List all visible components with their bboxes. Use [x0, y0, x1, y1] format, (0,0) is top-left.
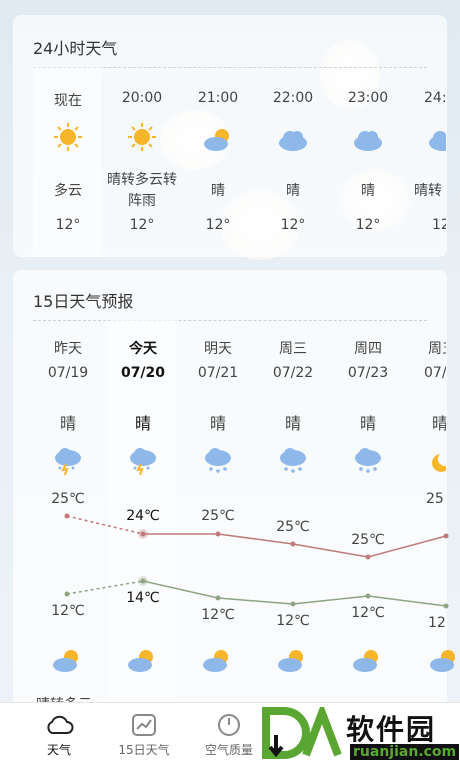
day-weather: 晴 — [134, 414, 151, 433]
day-label: 今天 — [129, 341, 157, 357]
moon-icon — [432, 454, 446, 472]
hour-item: 20:00 晴转多云转阵雨 12° — [107, 90, 177, 240]
tab-label: 15日天气 — [118, 743, 170, 757]
hour-temp: 12° — [205, 217, 231, 233]
day-weather: 晴 — [209, 414, 226, 433]
partly-cloudy-icon — [430, 650, 455, 672]
hour-time: 23:00 — [347, 90, 389, 106]
hour-weather: 多云 — [54, 183, 82, 199]
day-label: 昨天 — [54, 341, 82, 357]
day-weather: 晴 — [59, 414, 76, 433]
hour-time: 现在 — [54, 93, 82, 109]
hour-item: 21:00 晴 12° — [183, 90, 253, 240]
hour-item: 22:00 晴 12° — [258, 90, 328, 240]
hour-item: 24: 晴转 12 — [408, 90, 446, 240]
thunder-rain-icon — [55, 448, 81, 476]
watermark-title: 软件园 — [346, 713, 437, 746]
partly-cloudy-icon — [353, 650, 378, 672]
low-temp: 12℃ — [351, 605, 385, 621]
day-item[interactable]: 昨天 07/19 晴 — [33, 338, 103, 678]
high-temp: 25℃ — [201, 508, 235, 524]
snow-icon — [205, 448, 231, 473]
partly-cloudy-icon — [53, 650, 78, 672]
day-date: 07/22 — [272, 365, 314, 381]
hour-temp: 12° — [280, 217, 306, 233]
high-temp: 25℃ — [51, 491, 85, 507]
sun-icon — [54, 123, 82, 151]
partly-cloudy-icon — [128, 650, 153, 672]
day-date: 07/20 — [120, 365, 166, 381]
partly-cloudy-icon — [204, 129, 229, 151]
chart-icon — [132, 714, 156, 736]
divider — [33, 320, 427, 321]
low-temp: 12 — [428, 615, 446, 631]
hour-temp: 12 — [432, 217, 446, 233]
day-date: 07/21 — [197, 365, 239, 381]
hour-time: 20:00 — [121, 90, 163, 106]
hour-weather: 晴 — [361, 183, 375, 199]
tab-label: 空气质量 — [204, 743, 253, 757]
low-temp: 12℃ — [201, 607, 235, 623]
tab-15day[interactable]: 15日天气 — [101, 705, 187, 765]
hour-weather: 晴 — [211, 183, 225, 199]
watermark-url: ruanjian.com — [350, 744, 460, 760]
hour-temp: 12° — [129, 217, 155, 233]
snow-icon — [280, 448, 306, 473]
day-label: 周四 — [354, 341, 382, 357]
hour-time: 22:00 — [272, 90, 314, 106]
gauge-icon — [218, 714, 240, 736]
high-temp: 25℃ — [351, 532, 385, 548]
low-temp: 12℃ — [51, 603, 85, 619]
hour-time: 21:00 — [197, 90, 239, 106]
partly-cloudy-icon — [203, 650, 228, 672]
partly-cloudy-icon — [278, 650, 303, 672]
cloud-outline-icon — [47, 715, 74, 734]
hour-weather: 晴 — [286, 183, 300, 199]
tab-air-quality[interactable]: 空气质量 — [186, 705, 272, 765]
hour-weather: 晴转多云转阵雨 — [107, 172, 177, 209]
sun-icon — [128, 123, 156, 151]
watermark: 软件园 ruanjian.com — [262, 706, 460, 766]
cloud-icon — [354, 131, 382, 151]
hour-item: 23:00 晴 12° — [333, 90, 403, 240]
snow-icon — [355, 448, 381, 473]
day-weather: 晴 — [432, 414, 446, 433]
high-temp: 25 — [426, 491, 444, 507]
day-label: 周三 — [279, 341, 307, 357]
day-weather: 晴 — [284, 414, 301, 433]
hour-weather: 晴转 — [414, 183, 442, 199]
cloud-icon — [279, 131, 307, 151]
tab-weather[interactable]: 天气 — [16, 705, 102, 765]
high-temp: 25℃ — [276, 519, 310, 535]
day-date: 07/23 — [347, 365, 389, 381]
daily-title: 15日天气预报 — [33, 292, 134, 311]
day-date: 07/ — [424, 365, 446, 381]
day-label: 明天 — [204, 341, 232, 357]
hourly-title: 24小时天气 — [33, 39, 118, 58]
high-temp: 24℃ — [126, 508, 160, 524]
day-weather: 晴 — [359, 414, 376, 433]
hour-item: 现在 多云 12° — [33, 90, 103, 240]
hour-time: 24: — [424, 90, 446, 106]
low-temp: 14℃ — [126, 590, 160, 606]
thunder-rain-icon — [130, 448, 156, 476]
hour-temp: 12° — [355, 217, 381, 233]
day-date: 07/19 — [47, 365, 89, 381]
day-item[interactable]: 周四 07/23 晴 — [333, 338, 403, 678]
watermark-logo — [262, 707, 342, 759]
low-temp: 12℃ — [276, 613, 310, 629]
hour-temp: 12° — [55, 217, 81, 233]
cloud-icon — [429, 131, 446, 151]
tab-label: 天气 — [46, 743, 71, 757]
day-label: 周五 — [428, 341, 446, 357]
